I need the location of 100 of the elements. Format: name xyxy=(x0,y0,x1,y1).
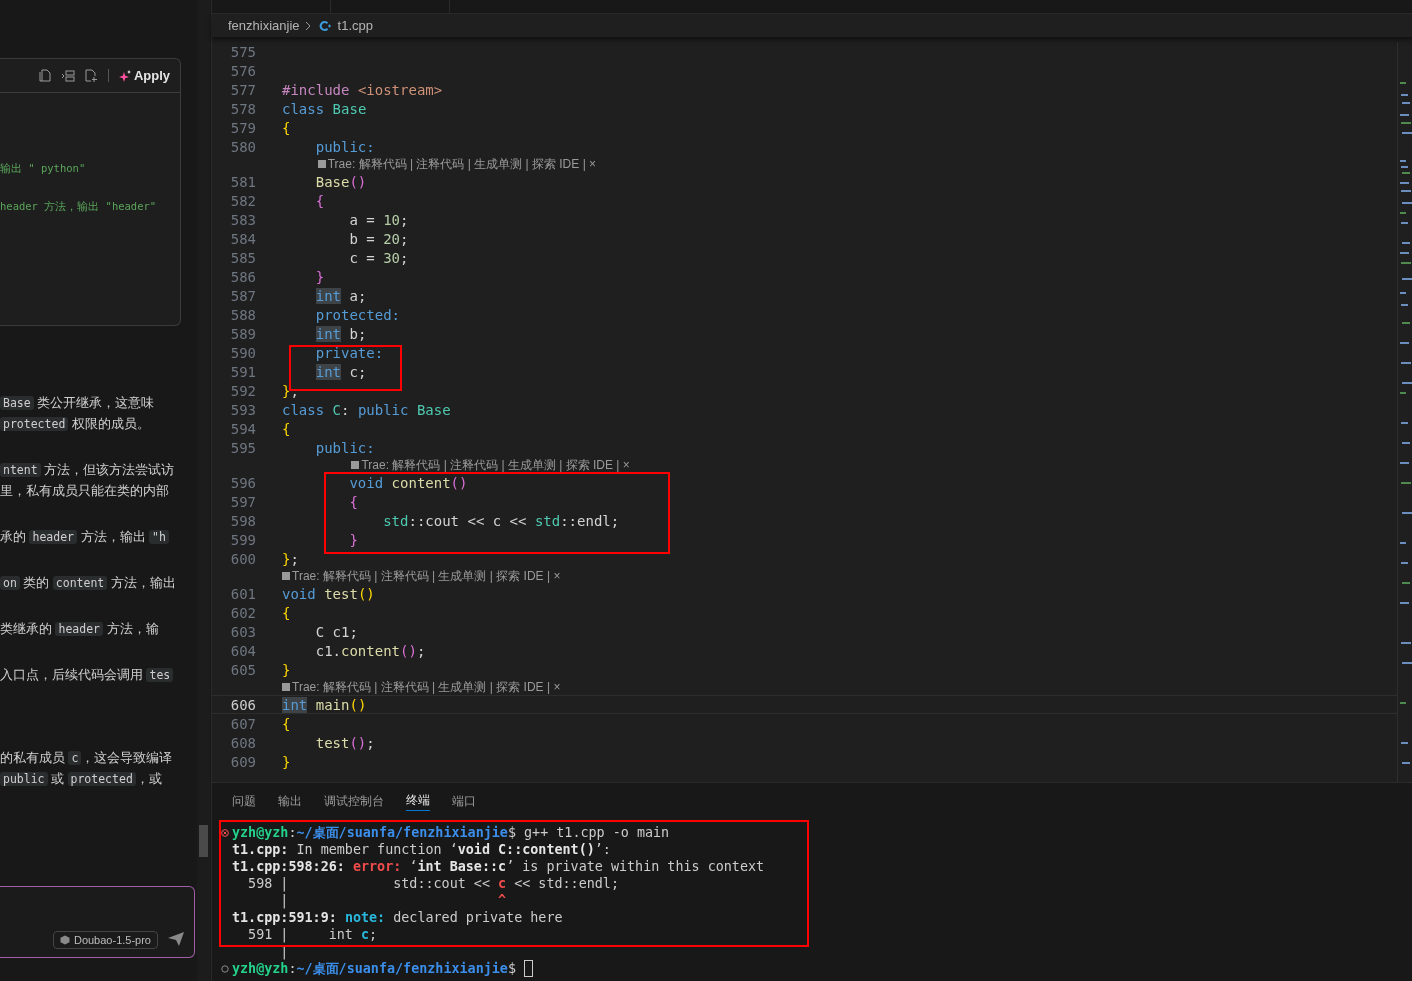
terminal-line: 591 | int c; xyxy=(247,927,378,943)
chat-paragraph: 承的 header 方法，输出 "h xyxy=(0,527,197,548)
terminal-line: 598 | std::cout << c << std::endl; xyxy=(247,876,619,892)
code-line: } xyxy=(314,268,325,285)
code-line: { xyxy=(348,493,358,510)
code-line: c = 30; xyxy=(348,249,409,266)
line-number: 599 xyxy=(229,531,256,548)
line-number: 583 xyxy=(229,211,256,228)
code-line: C c1; xyxy=(314,623,358,640)
panel-tab[interactable]: 输出 xyxy=(278,791,302,812)
circle-icon xyxy=(221,964,229,973)
chat-paragraph: Base 类公开继承，这意味 protected 权限的成员。 xyxy=(0,393,197,435)
chat-paragraph: ntent 方法，但该方法尝试访 里，私有成员只能在类的内部 xyxy=(0,462,176,500)
code-lens-actions[interactable]: Trae: 解释代码 | 注释代码 | 生成单测 | 探索 IDE | × xyxy=(327,155,597,173)
code-line: public: xyxy=(314,439,375,456)
send-icon[interactable] xyxy=(168,932,184,946)
code-lens-actions[interactable]: Trae: 解释代码 | 注释代码 | 生成单测 | 探索 IDE | × xyxy=(292,567,561,585)
line-number: 591 xyxy=(229,363,256,380)
sparkle-icon xyxy=(118,69,131,82)
line-number: 593 xyxy=(229,401,256,418)
chat-paragraph: 入口点，后续代码会调用 tes xyxy=(0,665,197,686)
line-number: 589 xyxy=(229,325,256,342)
square-icon xyxy=(317,160,326,169)
line-number: 577 xyxy=(229,81,256,98)
code-line: std::cout << c << std::endl; xyxy=(382,512,620,529)
code-line: { xyxy=(282,420,291,437)
terminal-line: yzh@yzh:~/桌面/suanfa/fenzhixianjie$ xyxy=(232,960,517,978)
terminal-line: | ^ xyxy=(279,893,507,909)
code-lens-actions[interactable]: Trae: 解释代码 | 注释代码 | 生成单测 | 探索 IDE | × xyxy=(292,678,561,696)
code-line: int main() xyxy=(282,696,367,713)
line-number: 596 xyxy=(229,474,256,491)
line-number: 582 xyxy=(229,192,256,209)
square-icon xyxy=(282,683,290,692)
code-line: test(); xyxy=(314,734,375,751)
line-number: 578 xyxy=(229,100,256,117)
cube-icon xyxy=(59,935,70,945)
line-number: 609 xyxy=(229,753,256,770)
breadcrumb-item[interactable]: fenzhixianjie xyxy=(228,18,300,34)
code-line: a = 10; xyxy=(348,211,409,228)
code-line: public: xyxy=(314,138,375,155)
code-line: } xyxy=(282,753,291,770)
scrollbar[interactable] xyxy=(197,0,210,981)
copy-icon[interactable] xyxy=(38,69,51,82)
line-number: 606 xyxy=(229,696,256,713)
code-line: } xyxy=(348,531,358,548)
code-line: class Base xyxy=(282,100,367,117)
file-plus-icon[interactable] xyxy=(84,69,98,82)
model-selector[interactable]: Doubao-1.5-pro xyxy=(52,931,158,949)
terminal-line: t1.cpp:598:26: error: ‘int Base::c’ is private within this context xyxy=(232,859,765,875)
chevron-icon xyxy=(303,20,312,31)
line-number: 601 xyxy=(229,585,256,602)
code-line: { xyxy=(282,119,291,136)
line-number: 598 xyxy=(229,512,256,529)
code-line: 输出 " python" xyxy=(0,161,87,176)
chat-input-field[interactable]: Doubao-1.5-pro xyxy=(0,886,195,958)
panel-tab[interactable]: 终端 xyxy=(406,791,430,812)
apply-button[interactable]: Apply xyxy=(118,68,170,83)
code-line: { xyxy=(282,715,291,732)
line-number: 608 xyxy=(229,734,256,751)
line-number: 590 xyxy=(229,344,256,361)
square-icon xyxy=(351,461,360,470)
line-number: 588 xyxy=(229,306,256,323)
line-number: 576 xyxy=(229,62,256,79)
code-line: int c; xyxy=(314,363,367,380)
line-number: 580 xyxy=(229,138,256,155)
code-line: #include <iostream> xyxy=(282,81,443,98)
panel-tab[interactable]: 端口 xyxy=(452,791,476,812)
line-number: 581 xyxy=(229,173,256,190)
breadcrumb-item[interactable]: t1.cpp xyxy=(337,18,373,34)
terminal-line: yzh@yzh:~/桌面/suanfa/fenzhixianjie$ g++ t1.cpp -o main xyxy=(232,823,670,842)
error-icon xyxy=(221,828,229,837)
line-number: 585 xyxy=(229,249,256,266)
line-number: 579 xyxy=(229,119,256,136)
chat-paragraph: 的私有成员 c ，这会导致编译 public 或 protected ，或 xyxy=(0,750,174,788)
square-icon xyxy=(282,572,290,581)
chat-paragraph: on 类的 content 方法，输出 xyxy=(0,573,197,594)
line-number: 605 xyxy=(229,661,256,678)
code-line: c1.content(); xyxy=(314,642,426,659)
line-number: 594 xyxy=(229,420,256,437)
code-line: { xyxy=(314,192,325,209)
line-number: 602 xyxy=(229,604,256,621)
line-number: 575 xyxy=(229,43,256,60)
panel-tab[interactable]: 问题 xyxy=(232,791,256,812)
cpp-file-icon xyxy=(318,19,331,32)
code-line: void content() xyxy=(348,474,468,491)
code-line: void test() xyxy=(282,585,375,602)
code-line: } xyxy=(282,661,291,678)
code-lens-actions[interactable]: Trae: 解释代码 | 注释代码 | 生成单测 | 探索 IDE | × xyxy=(361,456,630,474)
terminal-line: t1.cpp: In member function ‘void C::content()’: xyxy=(232,842,611,858)
line-number: 587 xyxy=(229,287,256,304)
terminal-line: t1.cpp:591:9: note: declared private here xyxy=(232,910,563,926)
line-number: 607 xyxy=(229,715,256,732)
list-icon[interactable] xyxy=(60,69,75,82)
line-number: 600 xyxy=(229,550,256,567)
chat-paragraph: 类继承的 header 方法，输 xyxy=(0,621,160,638)
line-number: 592 xyxy=(229,382,256,399)
code-line: int a; xyxy=(314,287,367,304)
line-number: 595 xyxy=(229,439,256,456)
panel-tab[interactable]: 调试控制台 xyxy=(324,791,384,812)
code-line: header 方法，输出 "header" xyxy=(0,199,158,214)
